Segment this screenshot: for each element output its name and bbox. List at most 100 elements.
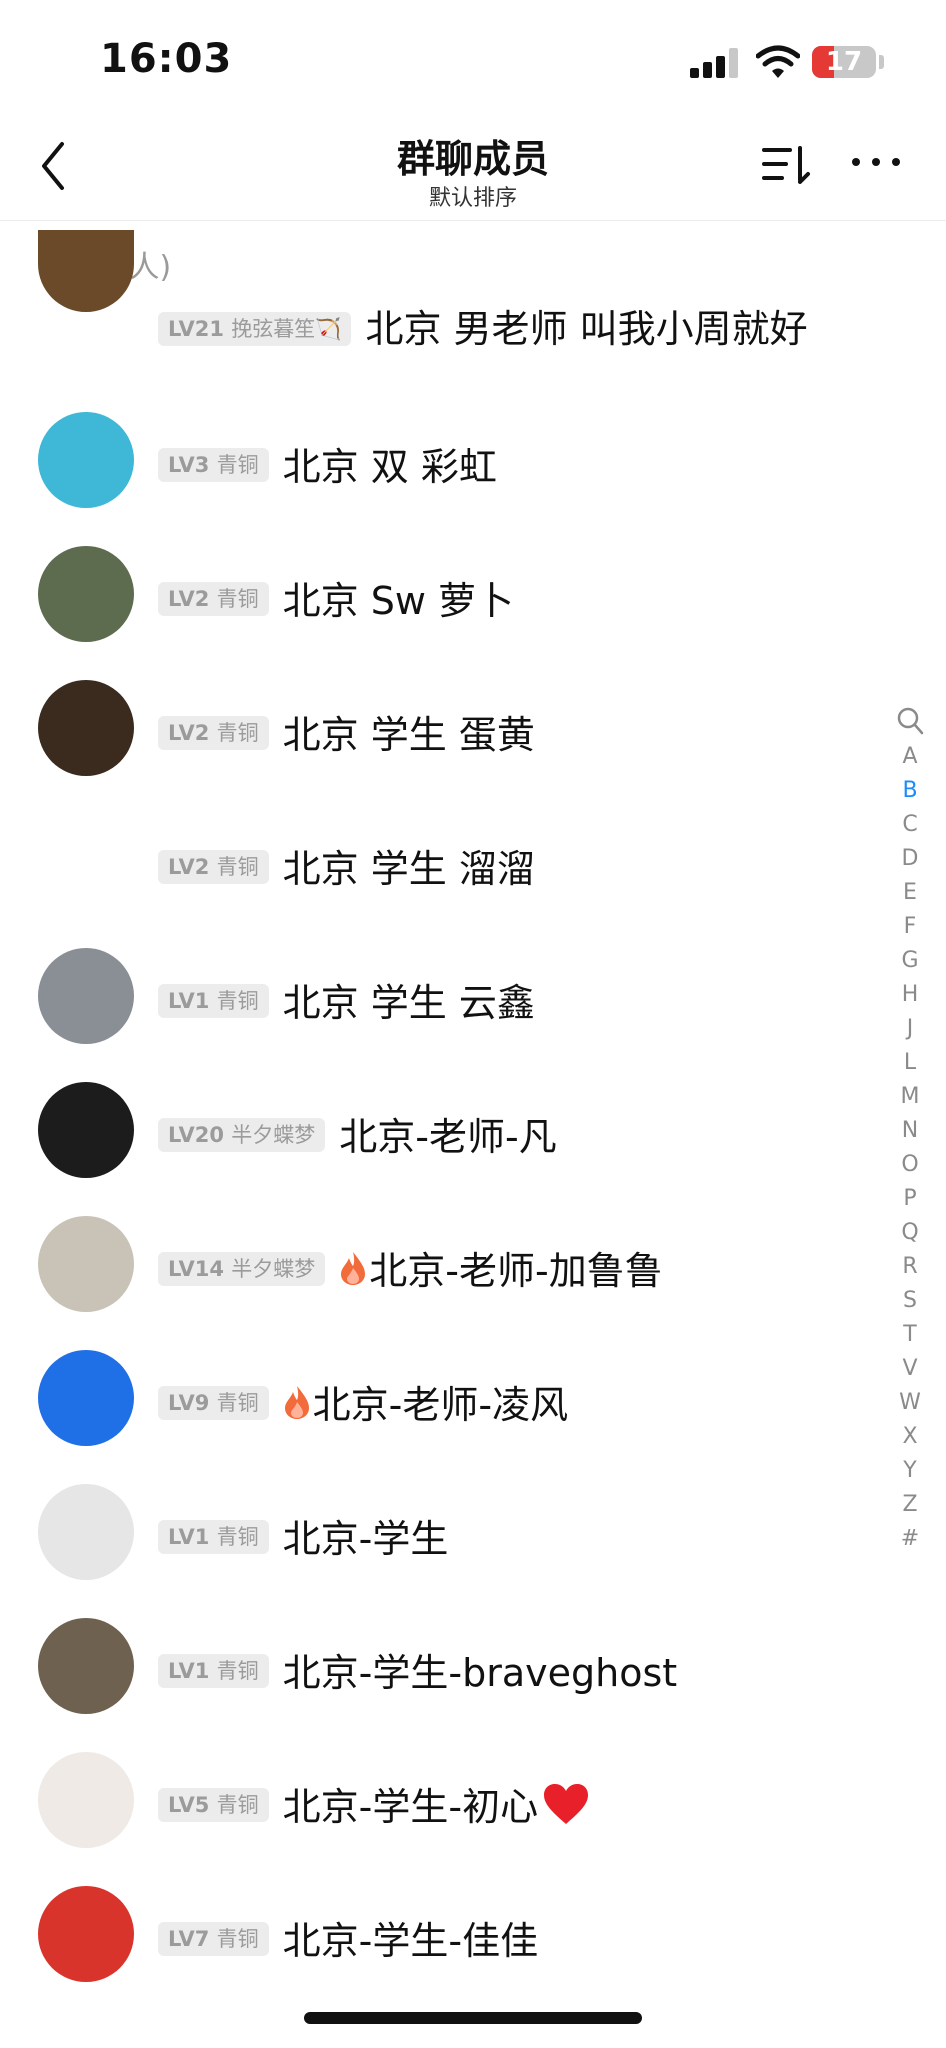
level-value: LV2 bbox=[168, 587, 217, 611]
level-value: LV2 bbox=[168, 855, 217, 879]
battery-tip bbox=[879, 55, 884, 69]
level-value: LV5 bbox=[168, 1793, 217, 1817]
rank-title: 半夕蝶梦 bbox=[231, 1257, 316, 1281]
rank-title: 青铜 bbox=[216, 721, 259, 745]
index-letter[interactable]: J bbox=[892, 1012, 928, 1046]
level-badge: LV1 青铜 bbox=[158, 1520, 269, 1554]
level-value: LV1 bbox=[168, 1525, 217, 1549]
level-value: LV3 bbox=[168, 453, 217, 477]
member-name: 北京 Sw 萝卜 bbox=[282, 579, 515, 623]
avatar[interactable] bbox=[38, 814, 134, 910]
index-letter[interactable]: T bbox=[892, 1318, 928, 1352]
alphabet-index-bar[interactable]: A B C D E F G H J L M N O P Q R S T V W X Y Z # bbox=[892, 706, 928, 1556]
index-letter[interactable]: D bbox=[892, 842, 928, 876]
index-letter[interactable]: C bbox=[892, 808, 928, 842]
level-badge: LV3 青铜 bbox=[158, 448, 269, 482]
avatar[interactable] bbox=[38, 1886, 134, 1982]
member-row[interactable]: LV2 青铜 北京 学生 溜溜 bbox=[0, 778, 880, 910]
rank-title: 青铜 bbox=[216, 1525, 259, 1549]
signal-icon bbox=[690, 48, 740, 78]
member-row[interactable]: LV14 半夕蝶梦 北京-老师-加鲁鲁 bbox=[0, 1180, 880, 1312]
member-name: 北京-学生 bbox=[282, 1517, 449, 1561]
avatar[interactable] bbox=[38, 546, 134, 642]
level-badge: LV2 青铜 bbox=[158, 716, 269, 750]
index-letter[interactable]: L bbox=[892, 1046, 928, 1080]
index-letter[interactable]: B bbox=[892, 774, 928, 808]
battery-level: 17 bbox=[825, 47, 863, 77]
member-name: 北京-老师-加鲁鲁 bbox=[369, 1249, 663, 1293]
sort-icon[interactable] bbox=[760, 144, 814, 188]
index-letter[interactable]: G bbox=[892, 944, 928, 978]
avatar[interactable] bbox=[38, 680, 134, 776]
member-row[interactable]: LV20 半夕蝶梦 北京-老师-凡 bbox=[0, 1046, 880, 1178]
avatar[interactable] bbox=[38, 948, 134, 1044]
level-badge: LV1 青铜 bbox=[158, 1654, 269, 1688]
level-badge: LV2 青铜 bbox=[158, 850, 269, 884]
level-badge: LV20 半夕蝶梦 bbox=[158, 1118, 326, 1152]
rank-title: 青铜 bbox=[216, 989, 259, 1013]
level-badge: LV21 挽弦暮笙🏹 bbox=[158, 312, 352, 346]
level-value: LV20 bbox=[168, 1123, 232, 1147]
avatar[interactable] bbox=[38, 1618, 134, 1714]
member-row[interactable]: LV1 青铜 北京-学生-braveghost bbox=[0, 1582, 880, 1714]
level-badge: LV5 青铜 bbox=[158, 1788, 269, 1822]
index-letter[interactable]: A bbox=[892, 740, 928, 774]
avatar[interactable] bbox=[38, 1350, 134, 1446]
home-indicator bbox=[304, 2012, 642, 2024]
index-search-icon[interactable] bbox=[896, 706, 924, 736]
index-letter[interactable]: E bbox=[892, 876, 928, 910]
rank-title: 挽弦暮笙🏹 bbox=[231, 317, 342, 341]
index-letter[interactable]: Z bbox=[892, 1488, 928, 1522]
index-letter[interactable]: # bbox=[892, 1522, 928, 1556]
member-row[interactable]: LV1 青铜 北京 学生 云鑫 bbox=[0, 912, 880, 1044]
avatar[interactable] bbox=[38, 1216, 134, 1312]
member-row[interactable]: LV9 青铜 北京-老师-凌风 bbox=[0, 1314, 880, 1446]
member-row[interactable]: LV1 青铜 北京-学生 bbox=[0, 1448, 880, 1580]
rank-title: 青铜 bbox=[216, 1927, 259, 1951]
index-letter[interactable]: Y bbox=[892, 1454, 928, 1488]
fire-icon bbox=[284, 1386, 309, 1419]
status-bar: 16:03 17 bbox=[0, 0, 946, 120]
level-badge: LV9 青铜 bbox=[158, 1386, 269, 1420]
index-letter[interactable]: X bbox=[892, 1420, 928, 1454]
member-row[interactable]: LV2 青铜 北京 学生 蛋黄 bbox=[0, 644, 880, 776]
index-letter[interactable]: Q bbox=[892, 1216, 928, 1250]
member-row[interactable]: LV2 青铜 北京 Sw 萝卜 bbox=[0, 510, 880, 642]
avatar[interactable] bbox=[38, 1752, 134, 1848]
member-name: 北京 男老师 叫我小周就好 bbox=[365, 307, 808, 351]
member-name: 北京-学生-初心 bbox=[282, 1785, 539, 1829]
level-badge: LV7 青铜 bbox=[158, 1922, 269, 1956]
avatar[interactable] bbox=[38, 412, 134, 508]
nav-bar: 群聊成员 默认排序 bbox=[0, 120, 946, 221]
index-letter[interactable]: R bbox=[892, 1250, 928, 1284]
index-letter[interactable]: M bbox=[892, 1080, 928, 1114]
wifi-icon bbox=[756, 45, 800, 78]
level-badge: LV14 半夕蝶梦 bbox=[158, 1252, 326, 1286]
index-letter[interactable]: V bbox=[892, 1352, 928, 1386]
level-value: LV21 bbox=[168, 317, 232, 341]
member-row[interactable]: LV5 青铜 北京-学生-初心 bbox=[0, 1716, 880, 1848]
index-letter[interactable]: S bbox=[892, 1284, 928, 1318]
member-name: 北京-老师-凡 bbox=[339, 1115, 557, 1159]
fire-icon bbox=[341, 1252, 366, 1285]
avatar[interactable] bbox=[38, 230, 134, 312]
member-row[interactable]: LV21 挽弦暮笙🏹 北京 男老师 叫我小周就好 bbox=[0, 230, 880, 372]
member-name: 北京 学生 云鑫 bbox=[282, 981, 535, 1025]
index-letter[interactable]: N bbox=[892, 1114, 928, 1148]
level-value: LV9 bbox=[168, 1391, 217, 1415]
rank-title: 青铜 bbox=[216, 855, 259, 879]
more-options-button[interactable] bbox=[852, 158, 902, 174]
member-row[interactable]: LV7 青铜 北京-学生-佳佳 bbox=[0, 1850, 880, 1982]
battery-icon: 17 bbox=[812, 46, 876, 78]
index-letter[interactable]: O bbox=[892, 1148, 928, 1182]
index-letter[interactable]: W bbox=[892, 1386, 928, 1420]
level-value: LV1 bbox=[168, 989, 217, 1013]
level-badge: LV1 青铜 bbox=[158, 984, 269, 1018]
level-value: LV1 bbox=[168, 1659, 217, 1683]
avatar[interactable] bbox=[38, 1082, 134, 1178]
index-letter[interactable]: F bbox=[892, 910, 928, 944]
member-row[interactable]: LV3 青铜 北京 双 彩虹 bbox=[0, 376, 880, 508]
index-letter[interactable]: P bbox=[892, 1182, 928, 1216]
avatar[interactable] bbox=[38, 1484, 134, 1580]
index-letter[interactable]: H bbox=[892, 978, 928, 1012]
